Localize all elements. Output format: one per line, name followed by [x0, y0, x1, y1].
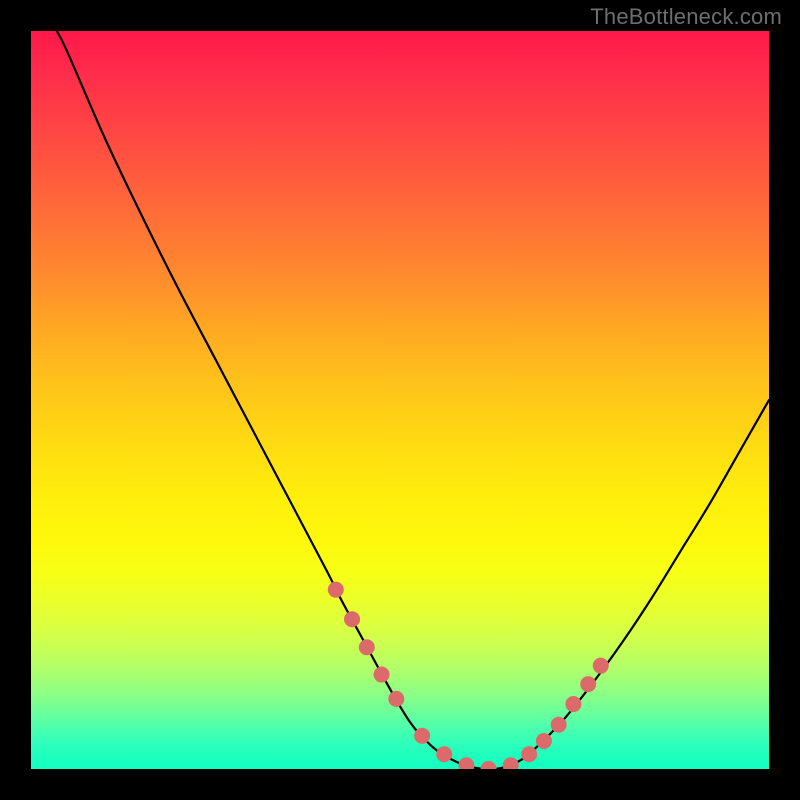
- curve-line: [57, 31, 769, 769]
- marker-dot: [414, 728, 430, 744]
- marker-dot: [458, 757, 474, 769]
- marker-dots: [328, 582, 609, 769]
- marker-dot: [536, 733, 552, 749]
- marker-dot: [521, 746, 537, 762]
- marker-dot: [593, 658, 609, 674]
- marker-dot: [344, 611, 360, 627]
- marker-dot: [580, 676, 596, 692]
- marker-dot: [359, 639, 375, 655]
- watermark-text: TheBottleneck.com: [590, 4, 782, 30]
- marker-dot: [565, 696, 581, 712]
- marker-dot: [374, 667, 390, 683]
- chart-stage: TheBottleneck.com: [0, 0, 800, 800]
- marker-dot: [503, 757, 519, 769]
- chart-svg: [31, 31, 769, 769]
- marker-dot: [388, 691, 404, 707]
- marker-dot: [436, 746, 452, 762]
- plot-area: [31, 31, 769, 769]
- marker-dot: [551, 717, 567, 733]
- marker-dot: [328, 582, 344, 598]
- marker-dot: [481, 761, 497, 769]
